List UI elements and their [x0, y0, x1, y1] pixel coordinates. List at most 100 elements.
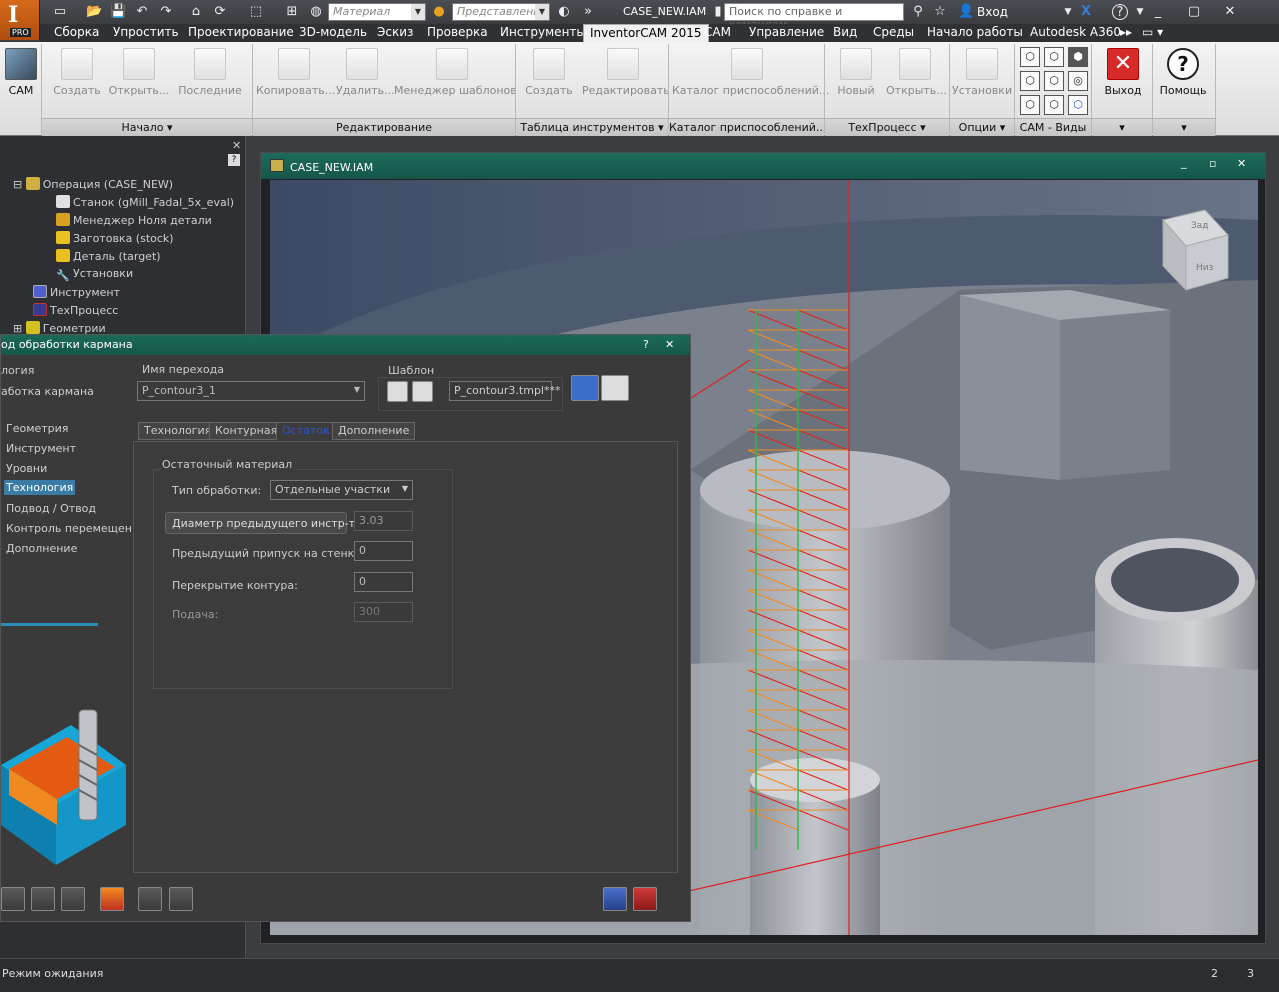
minimize-icon[interactable]: _	[1181, 156, 1187, 169]
view-custom-icon[interactable]: ⬡	[1068, 95, 1088, 115]
chevron-down-icon[interactable]: ▼	[1060, 4, 1076, 20]
tab-3d-model[interactable]: 3D-модель	[293, 24, 373, 42]
exit-button[interactable]: ✕ Выход	[1100, 48, 1146, 97]
tab-rest[interactable]: Остаток	[276, 422, 336, 440]
application-menu-button[interactable]: I PRO	[0, 0, 40, 40]
prev-wall-allowance-input[interactable]: 0	[354, 541, 413, 561]
view-back-icon[interactable]: ⬡	[1044, 95, 1064, 115]
dialog-help-icon[interactable]: ?	[643, 335, 649, 354]
nav-motion-control[interactable]: Контроль перемещени	[6, 522, 139, 535]
tab-design[interactable]: Проектирование	[182, 24, 300, 42]
minimize-icon[interactable]: _	[1150, 4, 1166, 20]
chevron-down-icon[interactable]: ▼	[1132, 4, 1148, 20]
redo-icon[interactable]: ↷	[158, 4, 174, 20]
exit-group-expander[interactable]: ▾	[1092, 118, 1152, 136]
exchange-icon[interactable]: X	[1078, 4, 1094, 20]
gcode-icon[interactable]	[138, 887, 162, 911]
dialog-close-icon[interactable]: ✕	[665, 335, 674, 354]
tool-preview-icon[interactable]	[601, 375, 629, 401]
view-top-icon[interactable]: ⬡	[1020, 71, 1040, 91]
help-search-input[interactable]: Поиск по справке и командам...	[724, 3, 904, 31]
panel-help-icon[interactable]: ?	[228, 154, 240, 166]
layers-icon[interactable]	[100, 887, 124, 911]
tool-edit-button[interactable]: Редактировать	[582, 48, 670, 97]
machining-type-select[interactable]: Отдельные участки ▼	[270, 480, 413, 500]
nav-geometry[interactable]: Геометрия	[6, 422, 68, 435]
contour-overlap-input[interactable]: 0	[354, 572, 413, 592]
tab-tools[interactable]: Инструменты	[494, 24, 592, 42]
view-cylinder-icon[interactable]: ◎	[1068, 71, 1088, 91]
measure-icon[interactable]: ⊞	[284, 4, 300, 20]
nav-tool[interactable]: Инструмент	[6, 442, 76, 455]
nav-misc[interactable]: Дополнение	[6, 542, 77, 555]
select-icon[interactable]: ⬚	[248, 4, 264, 20]
restore-icon[interactable]: ▢	[1186, 4, 1202, 20]
display-icon[interactable]: ◍	[308, 4, 324, 20]
group-tool-table-label[interactable]: Таблица инструментов ▾	[516, 118, 668, 136]
login-link[interactable]: Вход	[977, 5, 1008, 19]
tab-additional[interactable]: Дополнение	[332, 422, 416, 440]
copy-button[interactable]: Копировать...	[256, 48, 335, 97]
tree-tool[interactable]: Инструмент	[33, 285, 120, 299]
tab-assembly[interactable]: Сборка	[48, 24, 105, 42]
material-combo[interactable]: Материал ▼	[328, 3, 426, 21]
tree-techprocess[interactable]: ТехПроцесс	[33, 303, 118, 317]
step-name-combo[interactable]: P_contour3_1 ▼	[137, 381, 365, 401]
tab-environments[interactable]: Среды	[867, 24, 920, 42]
tab-manage[interactable]: Управление	[743, 24, 830, 42]
tab-sketch[interactable]: Эскиз	[371, 24, 419, 42]
save-calculate-icon[interactable]	[1, 887, 25, 911]
add-operation-icon[interactable]	[31, 887, 55, 911]
appearance-combo[interactable]: Представлени ▼	[452, 3, 550, 21]
template-input[interactable]: P_contour3.tmpl***	[449, 381, 560, 401]
panel-close-icon[interactable]: ✕	[232, 139, 241, 152]
info-button-icon[interactable]	[571, 375, 599, 401]
tree-setups[interactable]: 🔧 Установки	[56, 267, 133, 282]
more-tabs-icon[interactable]: ▸▸	[1114, 24, 1138, 42]
feed-input[interactable]: 300	[354, 602, 413, 622]
tab-inspect[interactable]: Проверка	[421, 24, 494, 42]
save-icon[interactable]: 💾	[110, 4, 126, 20]
view-iso-icon[interactable]: ⬡	[1020, 47, 1040, 67]
add-operation-copy-icon[interactable]	[61, 887, 85, 911]
view-right-icon[interactable]: ⬡	[1044, 71, 1064, 91]
tab-a360[interactable]: Autodesk A360	[1024, 24, 1127, 42]
delete-button[interactable]: Удалить...	[336, 48, 395, 97]
prev-tool-diameter-input[interactable]: 3.03	[354, 511, 413, 531]
help-icon[interactable]: ?	[1112, 4, 1128, 20]
undo-icon[interactable]: ↶	[134, 4, 150, 20]
gcode-settings-icon[interactable]	[169, 887, 193, 911]
template-save-icon[interactable]	[387, 381, 408, 402]
appearance-override-icon[interactable]: ◐	[556, 4, 572, 20]
techprocess-new-button[interactable]: Новый	[834, 48, 878, 97]
ribbon-display-icon[interactable]: ▭ ▾	[1136, 24, 1169, 42]
close-icon[interactable]: ✕	[1222, 4, 1238, 20]
template-open-icon[interactable]	[412, 381, 433, 402]
tree-operation[interactable]: ⊟ Операция (CASE_NEW)	[13, 177, 173, 191]
tree-stock[interactable]: Заготовка (stock)	[56, 231, 174, 245]
group-techprocess-label[interactable]: ТехПроцесс ▾	[825, 118, 949, 136]
tab-get-started[interactable]: Начало работы	[921, 24, 1029, 42]
tab-cam[interactable]: CAM	[698, 24, 737, 42]
recent-button[interactable]: Последние	[178, 48, 242, 97]
open-button[interactable]: Открыть...	[108, 48, 170, 97]
cam-button[interactable]: CAM	[2, 48, 40, 97]
close-icon[interactable]: ✕	[1237, 157, 1246, 170]
tool-create-button[interactable]: Создать	[524, 48, 574, 97]
tree-geometry[interactable]: ⊞ Геометрии	[13, 321, 106, 335]
nav-technology[interactable]: Технология	[4, 480, 76, 495]
tab-contour[interactable]: Контурная	[209, 422, 284, 440]
tab-inventorcam[interactable]: InventorCAM 2015	[583, 24, 709, 42]
nav-levels[interactable]: Уровни	[6, 462, 47, 475]
tree-target[interactable]: Деталь (target)	[56, 249, 161, 263]
color-wheel-icon[interactable]: ●	[431, 4, 447, 20]
binoculars-icon[interactable]: ⚲	[910, 4, 926, 20]
favorites-star-icon[interactable]: ☆	[932, 4, 948, 20]
view-left-icon[interactable]: ⬡	[1020, 95, 1040, 115]
save-exit-icon[interactable]	[603, 887, 627, 911]
tab-view[interactable]: Вид	[827, 24, 863, 42]
tab-simplify[interactable]: Упростить	[107, 24, 185, 42]
exit-dialog-icon[interactable]	[633, 887, 657, 911]
tree-machine[interactable]: Станок (gMill_Fadal_5x_eval)	[56, 195, 234, 209]
home-icon[interactable]: ⌂	[188, 4, 204, 20]
